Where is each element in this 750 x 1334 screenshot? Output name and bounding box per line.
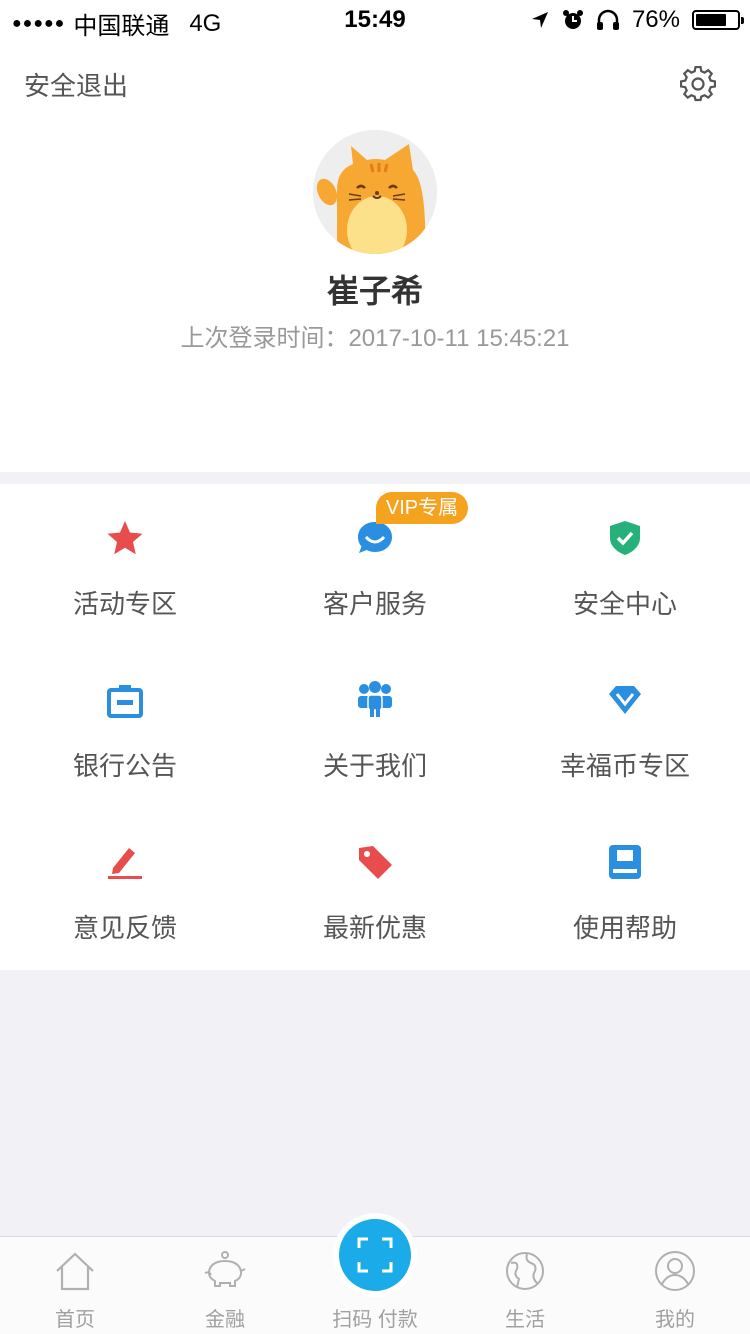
- book-icon: [609, 845, 641, 879]
- grid-item-label: 客户服务: [322, 589, 427, 619]
- tab-life[interactable]: 生活: [450, 1237, 600, 1334]
- grid-item-label: 最新优惠: [322, 913, 427, 943]
- cat-avatar-image: [313, 130, 437, 254]
- user-profile-icon: [655, 1251, 695, 1291]
- grid-item-about-us[interactable]: 关于我们: [250, 646, 500, 808]
- announcement-box-icon: [107, 685, 143, 718]
- tab-home[interactable]: 首页: [0, 1237, 150, 1334]
- grid-item-bank-notice[interactable]: 银行公告: [0, 646, 250, 808]
- tab-label: 我的: [655, 1309, 695, 1331]
- gear-icon[interactable]: [680, 66, 716, 102]
- battery-level: [696, 14, 727, 26]
- grid-item-label: 幸福币专区: [559, 751, 690, 781]
- grid-item-label: 关于我们: [322, 751, 427, 781]
- scan-button-circle: [339, 1219, 411, 1291]
- status-bar: ●●●●● 中国联通 4G 15:49 76%: [0, 0, 750, 40]
- grid-item-security-center[interactable]: 安全中心: [500, 484, 750, 646]
- grid-item-label: 银行公告: [72, 751, 177, 781]
- battery-percent: 76%: [631, 6, 680, 33]
- home-icon: [56, 1252, 94, 1291]
- piggy-bank-icon: [204, 1251, 246, 1287]
- grid-item-label: 安全中心: [572, 589, 677, 619]
- profile-header: 安全退出 崔子希 上次登录时间：2017-10-11 15:45:21: [0, 40, 750, 472]
- grid-item-label: 意见反馈: [72, 913, 177, 943]
- avatar[interactable]: [313, 130, 437, 254]
- globe-icon: [506, 1252, 544, 1290]
- tab-finance[interactable]: 金融: [150, 1237, 300, 1334]
- battery-icon: [692, 10, 744, 30]
- grid-item-label: 活动专区: [72, 589, 177, 619]
- scan-pay-button[interactable]: [333, 1213, 417, 1297]
- tab-label: 扫码 付款: [332, 1309, 418, 1331]
- pen-icon: [108, 848, 142, 879]
- status-right: 76%: [530, 6, 744, 34]
- feature-grid: 活动专区 客户服务 安全中心 银行公告 关于我们 幸福币专区 意见反馈 最新优惠…: [0, 484, 750, 970]
- grid-item-latest-offers[interactable]: 最新优惠: [250, 808, 500, 970]
- tab-mine[interactable]: 我的: [600, 1237, 750, 1334]
- grid-item-happy-coin-zone[interactable]: 幸福币专区: [500, 646, 750, 808]
- shield-check-icon: [610, 521, 640, 555]
- headphones-icon: [596, 9, 619, 30]
- grid-item-activities[interactable]: 活动专区: [0, 484, 250, 646]
- location-arrow-icon: [531, 12, 548, 28]
- diamond-icon: [609, 686, 641, 714]
- star-icon: [107, 521, 143, 555]
- scan-frame-icon: [357, 1237, 393, 1273]
- logout-button[interactable]: 安全退出: [24, 66, 128, 103]
- tag-icon: [359, 846, 392, 879]
- username: 崔子希: [326, 273, 423, 309]
- tab-label: 金融: [205, 1309, 245, 1331]
- last-login-time: 上次登录时间：2017-10-11 15:45:21: [180, 325, 570, 352]
- grid-item-help[interactable]: 使用帮助: [500, 808, 750, 970]
- vip-badge: VIP专属: [376, 492, 468, 524]
- alarm-icon: [562, 10, 583, 29]
- chat-bubble-icon: [358, 522, 392, 553]
- tab-label: 首页: [55, 1309, 95, 1331]
- tab-label: 生活: [505, 1309, 545, 1331]
- grid-item-label: 使用帮助: [572, 913, 677, 943]
- team-icon: [358, 681, 392, 717]
- grid-item-feedback[interactable]: 意见反馈: [0, 808, 250, 970]
